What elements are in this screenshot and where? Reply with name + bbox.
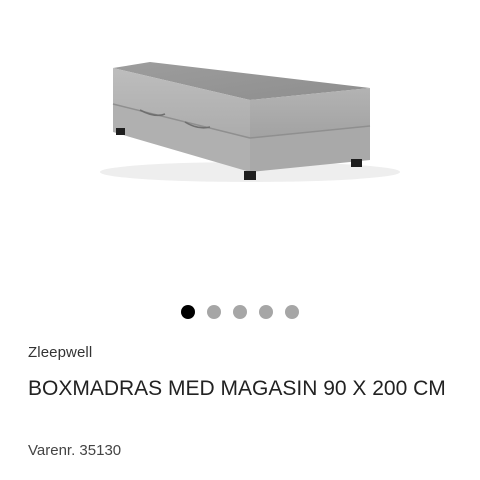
product-sku: Varenr. 35130	[28, 442, 122, 459]
product-title: BOXMADRAS MED MAGASIN 90 X 200 CM	[28, 377, 446, 400]
carousel-dot-5[interactable]	[285, 305, 299, 319]
product-page: Zleepwell BOXMADRAS MED MAGASIN 90 X 200…	[0, 0, 480, 480]
carousel-dot-2[interactable]	[207, 305, 221, 319]
carousel-dot-4[interactable]	[259, 305, 273, 319]
carousel-pagination	[0, 304, 480, 320]
product-image-gallery[interactable]	[0, 0, 480, 290]
carousel-dot-1[interactable]	[181, 305, 195, 319]
product-brand[interactable]: Zleepwell	[28, 344, 92, 361]
boxmattress-image	[100, 62, 400, 182]
carousel-dot-3[interactable]	[233, 305, 247, 319]
